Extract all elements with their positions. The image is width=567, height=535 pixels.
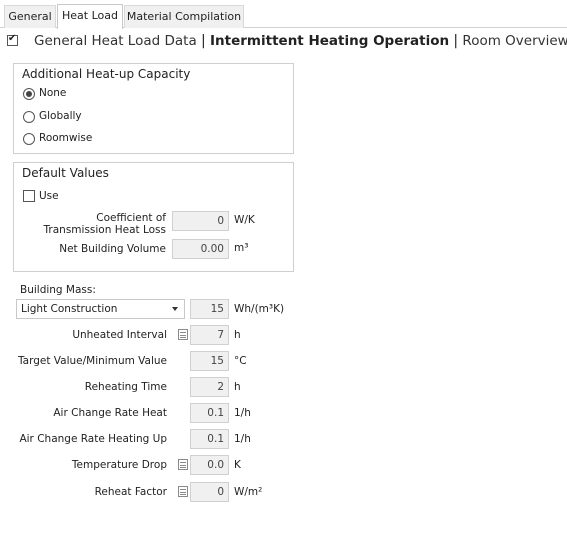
air-change-rate-heat-unit: 1/h <box>234 407 251 419</box>
reheating-time-label: Reheating Time <box>84 381 167 393</box>
building-mass-selected: Light Construction <box>21 303 118 315</box>
unheated-interval-label: Unheated Interval <box>72 329 167 341</box>
volume-label: Net Building Volume <box>59 243 166 255</box>
volume-unit: m³ <box>234 242 249 254</box>
temperature-drop-unit: K <box>234 459 241 471</box>
coef-label: Coefficient of Transmission Heat Loss <box>43 212 166 236</box>
reheat-factor-label: Reheat Factor <box>94 486 167 498</box>
breadcrumb-general-heat-load-data[interactable]: General Heat Load Data <box>34 33 197 49</box>
chevron-down-icon <box>172 307 178 311</box>
reheating-time-input[interactable]: 2 <box>190 377 229 397</box>
air-change-rate-heating-up-unit: 1/h <box>234 433 251 445</box>
calculator-icon[interactable] <box>178 459 188 470</box>
air-change-rate-heat-label: Air Change Rate Heat <box>53 407 167 419</box>
heatup-option-roomwise[interactable]: Roomwise <box>39 132 92 144</box>
tab-heat-load[interactable]: Heat Load <box>57 4 123 29</box>
calculator-icon[interactable] <box>178 329 188 340</box>
breadcrumb: General Heat Load Data | Intermittent He… <box>34 33 567 49</box>
tab-label: Material Compilation <box>126 10 242 23</box>
unheated-interval-unit: h <box>234 329 241 341</box>
calculator-icon[interactable] <box>178 486 188 497</box>
air-change-rate-heating-up-label: Air Change Rate Heating Up <box>19 433 167 445</box>
tab-label: General <box>8 10 52 23</box>
tab-material-compilation[interactable]: Material Compilation <box>124 5 244 28</box>
breadcrumb-separator: | <box>453 33 459 49</box>
reheat-factor-input[interactable]: 0 <box>190 482 229 502</box>
reheating-time-unit: h <box>234 381 241 393</box>
heatup-radio-roomwise[interactable] <box>23 133 35 145</box>
building-mass-label: Building Mass: <box>20 284 96 296</box>
reheat-factor-unit: W/m² <box>234 486 263 498</box>
use-checkbox[interactable] <box>23 190 35 202</box>
air-change-rate-heat-input[interactable]: 0.1 <box>190 403 229 423</box>
default-values-title: Default Values <box>22 166 109 180</box>
breadcrumb-intermittent-heating-operation[interactable]: Intermittent Heating Operation <box>210 33 449 49</box>
heatup-radio-globally[interactable] <box>23 111 35 123</box>
volume-input[interactable]: 0.00 <box>172 239 229 259</box>
heatup-option-globally[interactable]: Globally <box>39 110 82 122</box>
building-mass-value[interactable]: 15 <box>190 299 229 319</box>
target-value-label: Target Value/Minimum Value <box>17 355 167 367</box>
air-change-rate-heating-up-input[interactable]: 0.1 <box>190 429 229 449</box>
tab-general[interactable]: General <box>4 5 56 28</box>
building-mass-unit: Wh/(m³K) <box>234 303 285 315</box>
heatup-radio-none[interactable] <box>23 88 35 100</box>
coef-unit: W/K <box>234 214 255 226</box>
breadcrumb-room-overview[interactable]: Room Overview <box>462 33 567 49</box>
tab-label: Heat Load <box>62 9 118 22</box>
section-checkbox[interactable] <box>7 33 18 46</box>
coef-input[interactable]: 0 <box>172 211 229 231</box>
temperature-drop-input[interactable]: 0.0 <box>190 455 229 475</box>
target-value-input[interactable]: 15 <box>190 351 229 371</box>
breadcrumb-separator: | <box>201 33 206 49</box>
target-value-unit: °C <box>234 355 247 367</box>
building-mass-select[interactable]: Light Construction <box>16 299 185 319</box>
heatup-title: Additional Heat-up Capacity <box>22 67 191 81</box>
unheated-interval-input[interactable]: 7 <box>190 325 229 345</box>
temperature-drop-label: Temperature Drop <box>71 459 167 471</box>
use-label: Use <box>39 190 59 202</box>
heatup-option-none[interactable]: None <box>39 87 66 99</box>
